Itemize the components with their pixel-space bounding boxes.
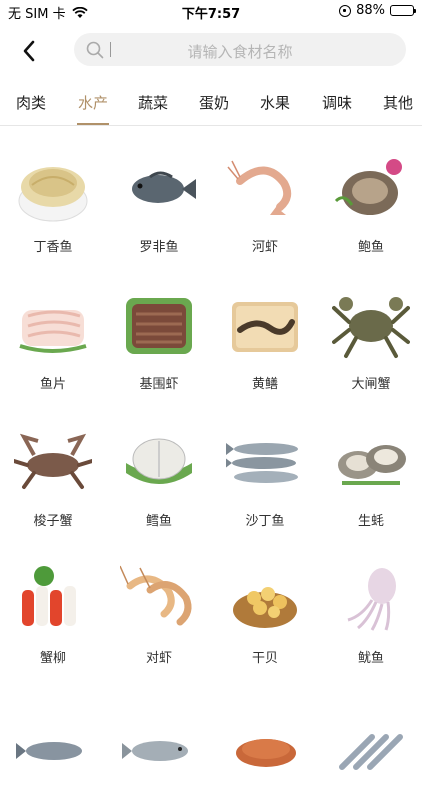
ingredient-item[interactable]: 鳕鱼 — [106, 401, 212, 538]
cod-steak-image — [126, 438, 192, 484]
ingredient-item[interactable] — [318, 675, 422, 812]
ingredient-label: 鳕鱼 — [145, 514, 172, 529]
ingredient-label: 鲍鱼 — [357, 240, 384, 255]
oysters-image — [338, 445, 406, 485]
ingredient-label: 鱿鱼 — [357, 651, 384, 666]
ingredient-item[interactable]: 丁香鱼 — [0, 127, 106, 264]
ingredient-label: 鱼片 — [39, 377, 66, 392]
ingredient-label: 对虾 — [145, 651, 172, 666]
dried-shrimp-image — [236, 739, 296, 767]
tab-6[interactable]: 其他 — [383, 92, 413, 113]
ingredient-item[interactable]: 大闸蟹 — [318, 264, 422, 401]
abalone-image — [334, 159, 402, 215]
ingredient-item[interactable] — [212, 675, 318, 812]
search-input[interactable]: 请输入食材名称 — [74, 41, 406, 62]
status-bar: 无 SIM 卡 下午7:57 88% — [0, 0, 422, 22]
orientation-lock-icon — [339, 4, 352, 17]
ingredient-label: 生蚝 — [357, 514, 384, 529]
sardines-image — [226, 443, 298, 483]
category-tabs: 肉类 水产 蔬菜 蛋奶 水果 调味 其他 — [0, 78, 422, 126]
fish-slices-image — [19, 310, 87, 353]
tab-0[interactable]: 肉类 — [16, 92, 46, 113]
prawns-image — [120, 565, 192, 626]
ingredient-item[interactable]: 黄鳝 — [212, 264, 318, 401]
back-button[interactable] — [14, 36, 44, 66]
tab-2[interactable]: 蔬菜 — [138, 92, 168, 113]
eel-basket-image — [232, 302, 298, 352]
ingredient-item[interactable]: 蟹柳 — [0, 538, 106, 675]
ingredient-item[interactable] — [106, 675, 212, 812]
fish-1-image — [16, 742, 82, 760]
crab-sticks-image — [22, 566, 76, 626]
active-tab-indicator — [77, 123, 109, 125]
ingredient-item[interactable]: 鲍鱼 — [318, 127, 422, 264]
tab-3[interactable]: 蛋奶 — [199, 92, 229, 113]
ingredient-item[interactable]: 鱿鱼 — [318, 538, 422, 675]
ingredient-item[interactable]: 罗非鱼 — [106, 127, 212, 264]
ingredient-item[interactable]: 河虾 — [212, 127, 318, 264]
ingredient-label: 基围虾 — [139, 377, 179, 392]
ingredient-label: 黄鳝 — [251, 377, 278, 392]
ingredient-item[interactable]: 干贝 — [212, 538, 318, 675]
ingredient-item[interactable]: 沙丁鱼 — [212, 401, 318, 538]
ingredient-item[interactable] — [0, 675, 106, 812]
small-fish-image — [339, 734, 403, 770]
ingredient-label: 蟹柳 — [39, 651, 66, 666]
ingredient-item[interactable]: 基围虾 — [106, 264, 212, 401]
hairy-crab-image — [332, 297, 410, 358]
ingredient-label: 罗非鱼 — [139, 240, 179, 255]
ingredient-label: 梭子蟹 — [33, 514, 73, 529]
ingredient-item[interactable]: 对虾 — [106, 538, 212, 675]
battery-percent: 88% — [356, 3, 385, 18]
search-bar[interactable]: 请输入食材名称 — [74, 33, 406, 66]
header: 请输入食材名称 — [0, 22, 422, 78]
ingredient-label: 沙丁鱼 — [245, 514, 285, 529]
dried-scallops-image — [233, 587, 297, 628]
ingredient-label: 河虾 — [251, 240, 278, 255]
chevron-left-icon — [23, 40, 35, 62]
anchovy-bowl-image — [18, 167, 88, 222]
shrimp-plate-image — [126, 298, 192, 354]
ingredient-item[interactable]: 生蚝 — [318, 401, 422, 538]
tilapia-image — [132, 171, 196, 203]
tab-5[interactable]: 调味 — [322, 92, 352, 113]
squid-image — [347, 568, 396, 631]
status-right: 88% — [339, 3, 416, 18]
swimming-crab-image — [14, 433, 92, 489]
ingredient-item[interactable]: 梭子蟹 — [0, 401, 106, 538]
river-shrimp-image — [227, 160, 292, 215]
tab-4[interactable]: 水果 — [260, 92, 290, 113]
ingredient-label: 丁香鱼 — [33, 240, 73, 255]
ingredient-label: 大闸蟹 — [351, 377, 391, 392]
ingredient-item[interactable]: 鱼片 — [0, 264, 106, 401]
fish-2-image — [122, 741, 188, 761]
ingredient-label: 干贝 — [251, 651, 278, 666]
tab-1[interactable]: 水产 — [78, 92, 108, 113]
battery-icon — [390, 5, 416, 16]
